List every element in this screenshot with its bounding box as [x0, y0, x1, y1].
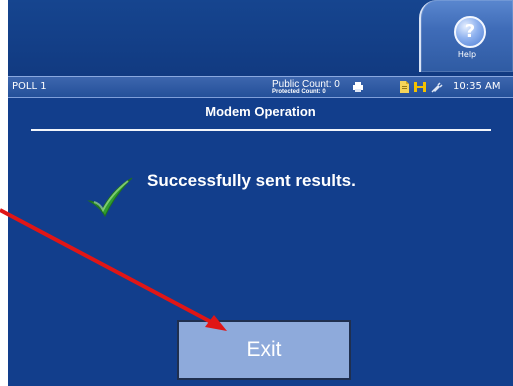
exit-button[interactable]: Exit: [177, 320, 351, 380]
time-label: 10:35 AM: [453, 81, 501, 92]
printer-icon: [351, 80, 365, 94]
help-label: Help: [457, 50, 477, 59]
title-divider: [31, 129, 491, 131]
help-button[interactable]: ? Help: [419, 0, 513, 72]
poll-label: POLL 1: [12, 81, 47, 92]
status-bar: POLL 1 Public Count: 0 Protected Count: …: [8, 76, 513, 98]
result-message: Successfully sent results.: [147, 171, 356, 190]
battery-icon: [413, 80, 427, 94]
document-icon: [397, 80, 411, 94]
voting-machine-frame: ? Help POLL 1 Public Count: 0 Protected …: [0, 0, 513, 386]
power-plug-icon: [430, 80, 444, 94]
protected-count: Protected Count: 0: [272, 89, 326, 95]
count-block: Public Count: 0 Protected Count: 0: [272, 77, 354, 97]
checkmark-icon: [84, 168, 138, 222]
page-title: Modem Operation: [205, 104, 316, 119]
help-icon: ?: [454, 16, 486, 48]
